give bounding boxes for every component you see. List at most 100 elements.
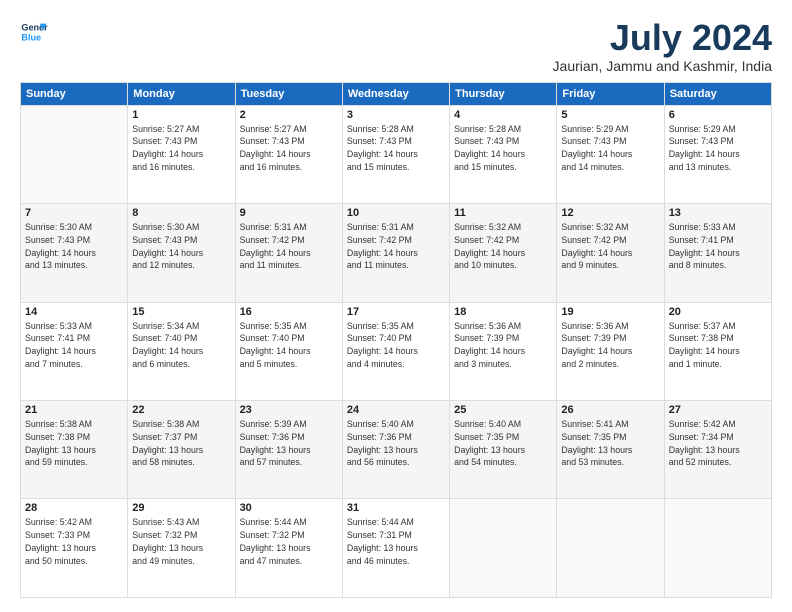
table-row [664, 499, 771, 598]
day-number: 27 [669, 404, 767, 416]
table-row: 12Sunrise: 5:32 AM Sunset: 7:42 PM Dayli… [557, 204, 664, 302]
table-row: 9 Sunrise: 5:31 AM Sunset: 7:42 PM Daylig… [235, 204, 342, 302]
day-number: 25 [454, 404, 552, 416]
day-info: Sunrise: 5:29 AM Sunset: 7:43 PM Dayligh… [669, 123, 767, 174]
col-wednesday: Wednesday [342, 82, 449, 105]
day-info: Sunrise: 5:28 AM Sunset: 7:43 PM Dayligh… [454, 123, 552, 174]
month-title: July 2024 [553, 18, 772, 58]
day-info: Sunrise: 5:38 AM Sunset: 7:38 PM Dayligh… [25, 418, 123, 469]
day-number: 13 [669, 207, 767, 219]
day-number: 18 [454, 306, 552, 318]
day-number: 19 [561, 306, 659, 318]
table-row: 19 Sunrise: 5:36 AM Sunset: 7:39 PM Dayli… [557, 302, 664, 400]
day-info: Sunrise: 5:42 AM Sunset: 7:33 PM Dayligh… [25, 516, 123, 567]
day-info: Sunrise: 5:40 AM Sunset: 7:35 PM Dayligh… [454, 418, 552, 469]
day-number: 21 [25, 404, 123, 416]
day-number: 1 [132, 109, 230, 121]
day-number: 17 [347, 306, 445, 318]
day-info: Sunrise: 5:34 AM Sunset: 7:40 PM Dayligh… [132, 320, 230, 371]
table-row: 26 Sunrise: 5:41 AM Sunset: 7:35 PM Dayli… [557, 401, 664, 499]
table-row: 1 Sunrise: 5:27 AM Sunset: 7:43 PM Daylig… [128, 105, 235, 203]
table-row: 25 Sunrise: 5:40 AM Sunset: 7:35 PM Dayli… [450, 401, 557, 499]
day-info: Sunrise: 5:27 AM Sunset: 7:43 PM Dayligh… [132, 123, 230, 174]
table-row [450, 499, 557, 598]
table-row [557, 499, 664, 598]
day-number: 26 [561, 404, 659, 416]
table-row: 8 Sunrise: 5:30 AM Sunset: 7:43 PM Daylig… [128, 204, 235, 302]
table-row: 13 Sunrise: 5:33 AM Sunset: 7:41 PM Dayli… [664, 204, 771, 302]
day-info: Sunrise: 5:32 AM Sunset: 7:42 PM Dayligh… [561, 221, 659, 272]
table-row: 7Sunrise: 5:30 AM Sunset: 7:43 PM Daylig… [21, 204, 128, 302]
day-number: 10 [347, 207, 445, 219]
table-row: 3 Sunrise: 5:28 AM Sunset: 7:43 PM Daylig… [342, 105, 449, 203]
table-row: 31 Sunrise: 5:44 AM Sunset: 7:31 PM Dayli… [342, 499, 449, 598]
day-info: Sunrise: 5:36 AM Sunset: 7:39 PM Dayligh… [561, 320, 659, 371]
day-info: Sunrise: 5:31 AM Sunset: 7:42 PM Dayligh… [240, 221, 338, 272]
col-tuesday: Tuesday [235, 82, 342, 105]
day-number: 5 [561, 109, 659, 121]
table-row: 21 Sunrise: 5:38 AM Sunset: 7:38 PM Dayli… [21, 401, 128, 499]
day-number: 9 [240, 207, 338, 219]
col-friday: Friday [557, 82, 664, 105]
table-row: 5Sunrise: 5:29 AM Sunset: 7:43 PM Daylig… [557, 105, 664, 203]
header: General Blue July 2024 Jaurian, Jammu an… [20, 18, 772, 74]
day-info: Sunrise: 5:41 AM Sunset: 7:35 PM Dayligh… [561, 418, 659, 469]
table-row: 30 Sunrise: 5:44 AM Sunset: 7:32 PM Dayli… [235, 499, 342, 598]
day-info: Sunrise: 5:38 AM Sunset: 7:37 PM Dayligh… [132, 418, 230, 469]
day-number: 4 [454, 109, 552, 121]
table-row: 10Sunrise: 5:31 AM Sunset: 7:42 PM Dayli… [342, 204, 449, 302]
day-info: Sunrise: 5:36 AM Sunset: 7:39 PM Dayligh… [454, 320, 552, 371]
table-row: 4 Sunrise: 5:28 AM Sunset: 7:43 PM Daylig… [450, 105, 557, 203]
calendar-table: Sunday Monday Tuesday Wednesday Thursday… [20, 82, 772, 598]
day-info: Sunrise: 5:28 AM Sunset: 7:43 PM Dayligh… [347, 123, 445, 174]
day-number: 3 [347, 109, 445, 121]
table-row: 15 Sunrise: 5:34 AM Sunset: 7:40 PM Dayli… [128, 302, 235, 400]
day-number: 6 [669, 109, 767, 121]
col-sunday: Sunday [21, 82, 128, 105]
day-number: 15 [132, 306, 230, 318]
day-number: 28 [25, 502, 123, 514]
day-number: 23 [240, 404, 338, 416]
day-info: Sunrise: 5:35 AM Sunset: 7:40 PM Dayligh… [347, 320, 445, 371]
table-row: 2Sunrise: 5:27 AM Sunset: 7:43 PM Daylig… [235, 105, 342, 203]
header-row: Sunday Monday Tuesday Wednesday Thursday… [21, 82, 772, 105]
svg-text:Blue: Blue [21, 32, 41, 42]
day-info: Sunrise: 5:33 AM Sunset: 7:41 PM Dayligh… [669, 221, 767, 272]
day-info: Sunrise: 5:43 AM Sunset: 7:32 PM Dayligh… [132, 516, 230, 567]
day-info: Sunrise: 5:42 AM Sunset: 7:34 PM Dayligh… [669, 418, 767, 469]
day-number: 20 [669, 306, 767, 318]
table-row: 20 Sunrise: 5:37 AM Sunset: 7:38 PM Dayli… [664, 302, 771, 400]
table-row: 16Sunrise: 5:35 AM Sunset: 7:40 PM Dayli… [235, 302, 342, 400]
day-number: 14 [25, 306, 123, 318]
logo: General Blue [20, 18, 48, 46]
table-row: 6 Sunrise: 5:29 AM Sunset: 7:43 PM Daylig… [664, 105, 771, 203]
day-number: 22 [132, 404, 230, 416]
table-row: 29 Sunrise: 5:43 AM Sunset: 7:32 PM Dayli… [128, 499, 235, 598]
title-block: July 2024 Jaurian, Jammu and Kashmir, In… [553, 18, 772, 74]
day-number: 31 [347, 502, 445, 514]
day-number: 30 [240, 502, 338, 514]
day-info: Sunrise: 5:27 AM Sunset: 7:43 PM Dayligh… [240, 123, 338, 174]
page: General Blue July 2024 Jaurian, Jammu an… [0, 0, 792, 612]
logo-icon: General Blue [20, 18, 48, 46]
day-number: 11 [454, 207, 552, 219]
day-info: Sunrise: 5:44 AM Sunset: 7:31 PM Dayligh… [347, 516, 445, 567]
day-info: Sunrise: 5:40 AM Sunset: 7:36 PM Dayligh… [347, 418, 445, 469]
day-info: Sunrise: 5:37 AM Sunset: 7:38 PM Dayligh… [669, 320, 767, 371]
table-row: 18 Sunrise: 5:36 AM Sunset: 7:39 PM Dayli… [450, 302, 557, 400]
day-number: 29 [132, 502, 230, 514]
table-row: 22 Sunrise: 5:38 AM Sunset: 7:37 PM Dayli… [128, 401, 235, 499]
table-row: 11 Sunrise: 5:32 AM Sunset: 7:42 PM Dayli… [450, 204, 557, 302]
col-saturday: Saturday [664, 82, 771, 105]
table-row: 17 Sunrise: 5:35 AM Sunset: 7:40 PM Dayli… [342, 302, 449, 400]
day-info: Sunrise: 5:32 AM Sunset: 7:42 PM Dayligh… [454, 221, 552, 272]
table-row: 28 Sunrise: 5:42 AM Sunset: 7:33 PM Dayli… [21, 499, 128, 598]
day-info: Sunrise: 5:44 AM Sunset: 7:32 PM Dayligh… [240, 516, 338, 567]
table-row: 14Sunrise: 5:33 AM Sunset: 7:41 PM Dayli… [21, 302, 128, 400]
table-row: 24Sunrise: 5:40 AM Sunset: 7:36 PM Dayli… [342, 401, 449, 499]
day-info: Sunrise: 5:30 AM Sunset: 7:43 PM Dayligh… [25, 221, 123, 272]
location: Jaurian, Jammu and Kashmir, India [553, 58, 772, 74]
day-number: 8 [132, 207, 230, 219]
col-thursday: Thursday [450, 82, 557, 105]
day-info: Sunrise: 5:30 AM Sunset: 7:43 PM Dayligh… [132, 221, 230, 272]
